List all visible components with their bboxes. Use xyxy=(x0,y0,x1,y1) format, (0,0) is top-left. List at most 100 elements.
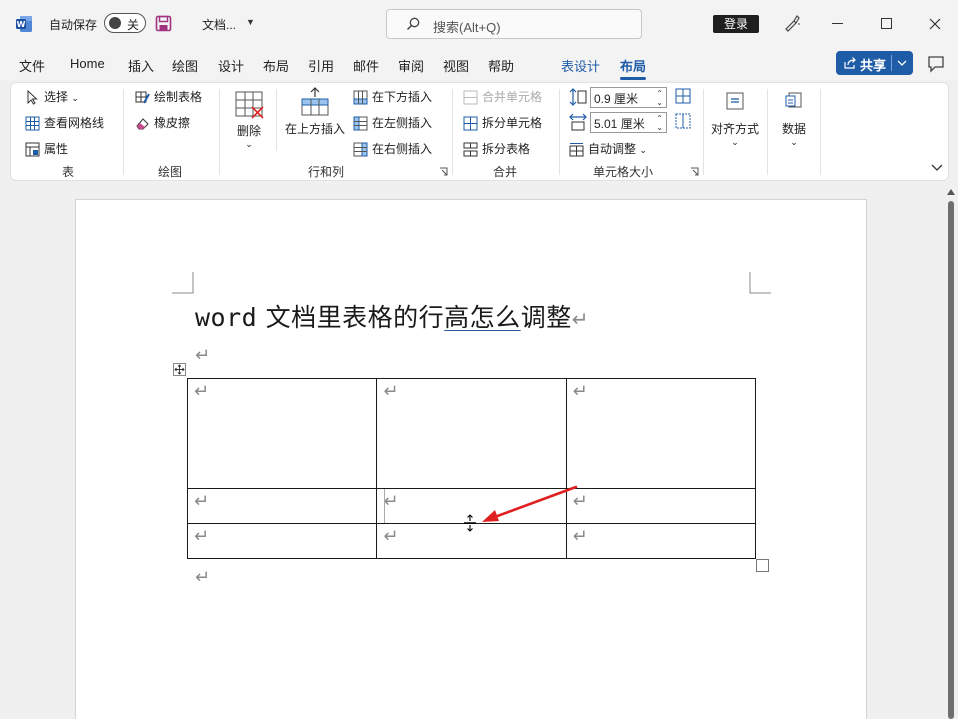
tab-review[interactable]: 审阅 xyxy=(398,56,424,75)
view-gridlines-button[interactable]: 查看网格线 xyxy=(25,114,104,131)
insert-below-icon xyxy=(353,90,368,105)
document-area: word 文档里表格的行高怎么调整↵ ↵ ↵ ↵ ↵ ↵ ↵ ↵ ↵ ↵ ↵ ↵ xyxy=(0,183,958,719)
alignment-button[interactable]: 对齐方式 ⌄ xyxy=(708,91,762,148)
draw-table-label: 绘制表格 xyxy=(154,90,203,104)
tab-draw[interactable]: 绘图 xyxy=(172,56,198,75)
table-row: ↵ ↵ ↵ xyxy=(186,378,757,489)
data-button[interactable]: 数据 ⌄ xyxy=(773,91,815,148)
share-icon xyxy=(844,57,856,69)
table-cell[interactable]: ↵ xyxy=(565,378,757,489)
split-cells-button[interactable]: 拆分单元格 xyxy=(463,114,542,131)
spin-arrows-icon[interactable]: ⌃ ⌄ xyxy=(656,114,663,132)
paragraph-mark: ↵ xyxy=(383,491,399,511)
search-placeholder: 搜索(Alt+Q) xyxy=(433,20,501,35)
chevron-down-icon: ⌄ xyxy=(245,139,253,149)
table-cell[interactable]: ↵ xyxy=(186,488,378,524)
split-table-button[interactable]: 拆分表格 xyxy=(463,140,530,157)
select-button[interactable]: 选择 ⌄ xyxy=(25,88,79,106)
share-button[interactable]: 共享 xyxy=(836,51,913,75)
maximize-icon[interactable] xyxy=(881,18,892,29)
paragraph-mark: ↵ xyxy=(571,307,589,331)
login-button[interactable]: 登录 xyxy=(713,15,759,33)
autosave-toggle[interactable]: 关 xyxy=(104,13,146,33)
search-box[interactable]: 搜索(Alt+Q) xyxy=(386,9,642,39)
crop-mark-top-left xyxy=(172,272,194,294)
delete-button[interactable]: 删除 ⌄ xyxy=(229,89,269,150)
table-cell[interactable]: ↵ xyxy=(565,523,757,559)
chevron-down-icon: ⌄ xyxy=(731,137,739,147)
tab-references[interactable]: 引用 xyxy=(308,56,334,75)
scroll-thumb[interactable] xyxy=(948,201,954,719)
column-width-input[interactable]: 5.01 厘米 ⌃ ⌄ xyxy=(590,112,667,133)
draw-table-button[interactable]: 绘制表格 xyxy=(135,88,202,105)
column-width-icon xyxy=(569,113,587,131)
document-name[interactable]: 文档... xyxy=(202,16,236,33)
tab-home[interactable]: Home xyxy=(70,56,105,71)
insert-right-button[interactable]: 在右侧插入 xyxy=(353,140,432,157)
table-cell[interactable]: ↵ xyxy=(376,378,567,489)
share-label: 共享 xyxy=(860,58,887,73)
tab-mailings[interactable]: 邮件 xyxy=(353,56,379,75)
distribute-rows-icon[interactable] xyxy=(675,88,691,104)
insert-below-button[interactable]: 在下方插入 xyxy=(353,88,432,105)
tab-view[interactable]: 视图 xyxy=(443,56,469,75)
heading-text-2: 调整 xyxy=(520,303,572,332)
chevron-down-icon[interactable]: ▼ xyxy=(246,17,255,27)
paragraph-mark: ↵ xyxy=(195,567,211,587)
select-label: 选择 xyxy=(44,90,69,104)
minimize-icon[interactable] xyxy=(832,23,843,24)
svg-text:W: W xyxy=(17,20,26,29)
split-cells-icon xyxy=(463,116,478,131)
heading-latin: word xyxy=(195,303,258,332)
text-cursor xyxy=(384,489,385,523)
insert-right-label: 在右侧插入 xyxy=(372,142,433,156)
chevron-down-icon: ⌄ xyxy=(639,145,647,155)
vertical-scrollbar[interactable] xyxy=(944,183,958,719)
ribbon-collapse-icon[interactable] xyxy=(931,163,943,173)
designer-pen-icon[interactable] xyxy=(783,14,801,32)
column-width-value: 5.01 厘米 xyxy=(594,117,645,131)
autofit-button[interactable]: 自动调整 ⌄ xyxy=(569,140,647,157)
spin-arrows-icon[interactable]: ⌃ ⌄ xyxy=(656,89,663,107)
row-height-icon xyxy=(569,88,587,106)
comment-icon[interactable] xyxy=(926,54,946,74)
insert-left-button[interactable]: 在左侧插入 xyxy=(353,114,432,131)
table-cell[interactable]: ↵ xyxy=(186,378,378,489)
paragraph-mark: ↵ xyxy=(383,381,399,401)
save-icon[interactable] xyxy=(155,15,172,32)
paragraph-mark: ↵ xyxy=(572,381,588,401)
insert-right-icon xyxy=(353,142,368,157)
table-cell[interactable]: ↵ xyxy=(186,523,378,559)
eraser-button[interactable]: 橡皮擦 xyxy=(135,114,190,131)
ribbon: 选择 ⌄ 查看网格线 属性 表 绘制表格 橡皮擦 绘图 删除 ⌄ 在上方插入 在… xyxy=(10,82,949,181)
dialog-launcher-icon[interactable] xyxy=(690,167,699,176)
document-page[interactable]: word 文档里表格的行高怎么调整↵ ↵ ↵ ↵ ↵ ↵ ↵ ↵ ↵ ↵ ↵ ↵ xyxy=(75,199,867,719)
insert-above-button[interactable]: 在上方插入 xyxy=(283,87,347,137)
autofit-icon xyxy=(569,143,584,157)
scroll-up-icon[interactable] xyxy=(947,189,955,195)
table-resize-handle[interactable] xyxy=(756,559,769,572)
table-cell[interactable]: ↵ xyxy=(565,488,757,524)
eraser-icon xyxy=(136,118,149,130)
merge-cells-button[interactable]: 合并单元格 xyxy=(463,88,542,105)
tab-design[interactable]: 设计 xyxy=(218,56,244,75)
tab-table-design[interactable]: 表设计 xyxy=(561,56,600,75)
table-move-handle-icon[interactable] xyxy=(173,363,186,376)
distribute-columns-icon[interactable] xyxy=(675,113,691,129)
dialog-launcher-icon[interactable] xyxy=(439,167,448,176)
ribbon-separator xyxy=(559,89,560,175)
search-icon xyxy=(406,17,420,31)
delete-label: 删除 xyxy=(236,124,261,138)
properties-button[interactable]: 属性 xyxy=(25,140,68,157)
close-icon[interactable] xyxy=(928,17,942,31)
tab-layout[interactable]: 布局 xyxy=(263,56,289,75)
tab-insert[interactable]: 插入 xyxy=(128,56,154,75)
tab-file[interactable]: 文件 xyxy=(19,56,45,75)
tab-help[interactable]: 帮助 xyxy=(488,56,514,75)
tab-table-layout[interactable]: 布局 xyxy=(620,56,647,80)
row-height-input[interactable]: 0.9 厘米 ⌃ ⌄ xyxy=(590,87,667,108)
split-table-label: 拆分表格 xyxy=(482,142,531,156)
chevron-down-icon[interactable] xyxy=(896,57,908,69)
insert-above-label: 在上方插入 xyxy=(284,122,345,136)
document-heading[interactable]: word 文档里表格的行高怎么调整↵ xyxy=(195,298,589,334)
